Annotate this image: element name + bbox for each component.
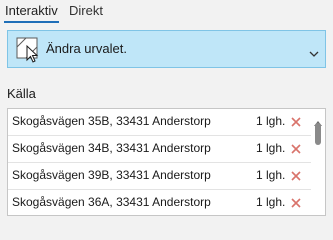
list-item-count: 1 lgh. (256, 114, 286, 128)
tab-interaktiv-label: Interaktiv (5, 3, 58, 18)
remove-icon[interactable] (290, 115, 302, 127)
remove-icon[interactable] (290, 196, 302, 208)
list-item[interactable]: Skogåsvägen 36A, 33431 Anderstorp 1 lgh. (8, 190, 311, 215)
list-item-count: 1 lgh. (256, 141, 286, 155)
tab-interaktiv[interactable]: Interaktiv (4, 3, 59, 23)
list-item-address: Skogåsvägen 35B, 33431 Anderstorp (12, 114, 211, 128)
list-item-address: Skogåsvägen 39B, 33431 Anderstorp (12, 168, 211, 182)
list-item-address: Skogåsvägen 34B, 33431 Anderstorp (12, 141, 211, 155)
list-item[interactable]: Skogåsvägen 39B, 33431 Anderstorp 1 lgh. (8, 163, 311, 189)
list-scrollbar[interactable] (311, 109, 325, 215)
list-item-address: Skogåsvägen 36A, 33431 Anderstorp (12, 195, 211, 209)
list-item-count: 1 lgh. (256, 195, 286, 209)
scroll-up-arrow-icon[interactable] (314, 113, 322, 126)
scrollbar-thumb[interactable] (315, 123, 321, 145)
selection-tool-icon (14, 35, 42, 63)
change-selection-dropdown[interactable]: Ändra urvalet. (7, 30, 326, 68)
list-item[interactable]: Skogåsvägen 34B, 33431 Anderstorp 1 lgh. (8, 136, 311, 162)
active-tab-underline (4, 21, 59, 23)
chevron-down-icon (309, 45, 319, 57)
source-section-label: Källa (7, 86, 36, 101)
tab-direkt-label: Direkt (69, 3, 103, 18)
change-selection-label: Ändra urvalet. (46, 41, 127, 56)
tab-direkt[interactable]: Direkt (69, 3, 103, 19)
list-item-count: 1 lgh. (256, 168, 286, 182)
remove-icon[interactable] (290, 142, 302, 154)
tab-bar: Interaktiv Direkt (0, 0, 333, 24)
list-item[interactable]: Skogåsvägen 35B, 33431 Anderstorp 1 lgh. (8, 109, 311, 135)
remove-icon[interactable] (290, 169, 302, 181)
source-list: Skogåsvägen 35B, 33431 Anderstorp 1 lgh.… (7, 108, 326, 216)
